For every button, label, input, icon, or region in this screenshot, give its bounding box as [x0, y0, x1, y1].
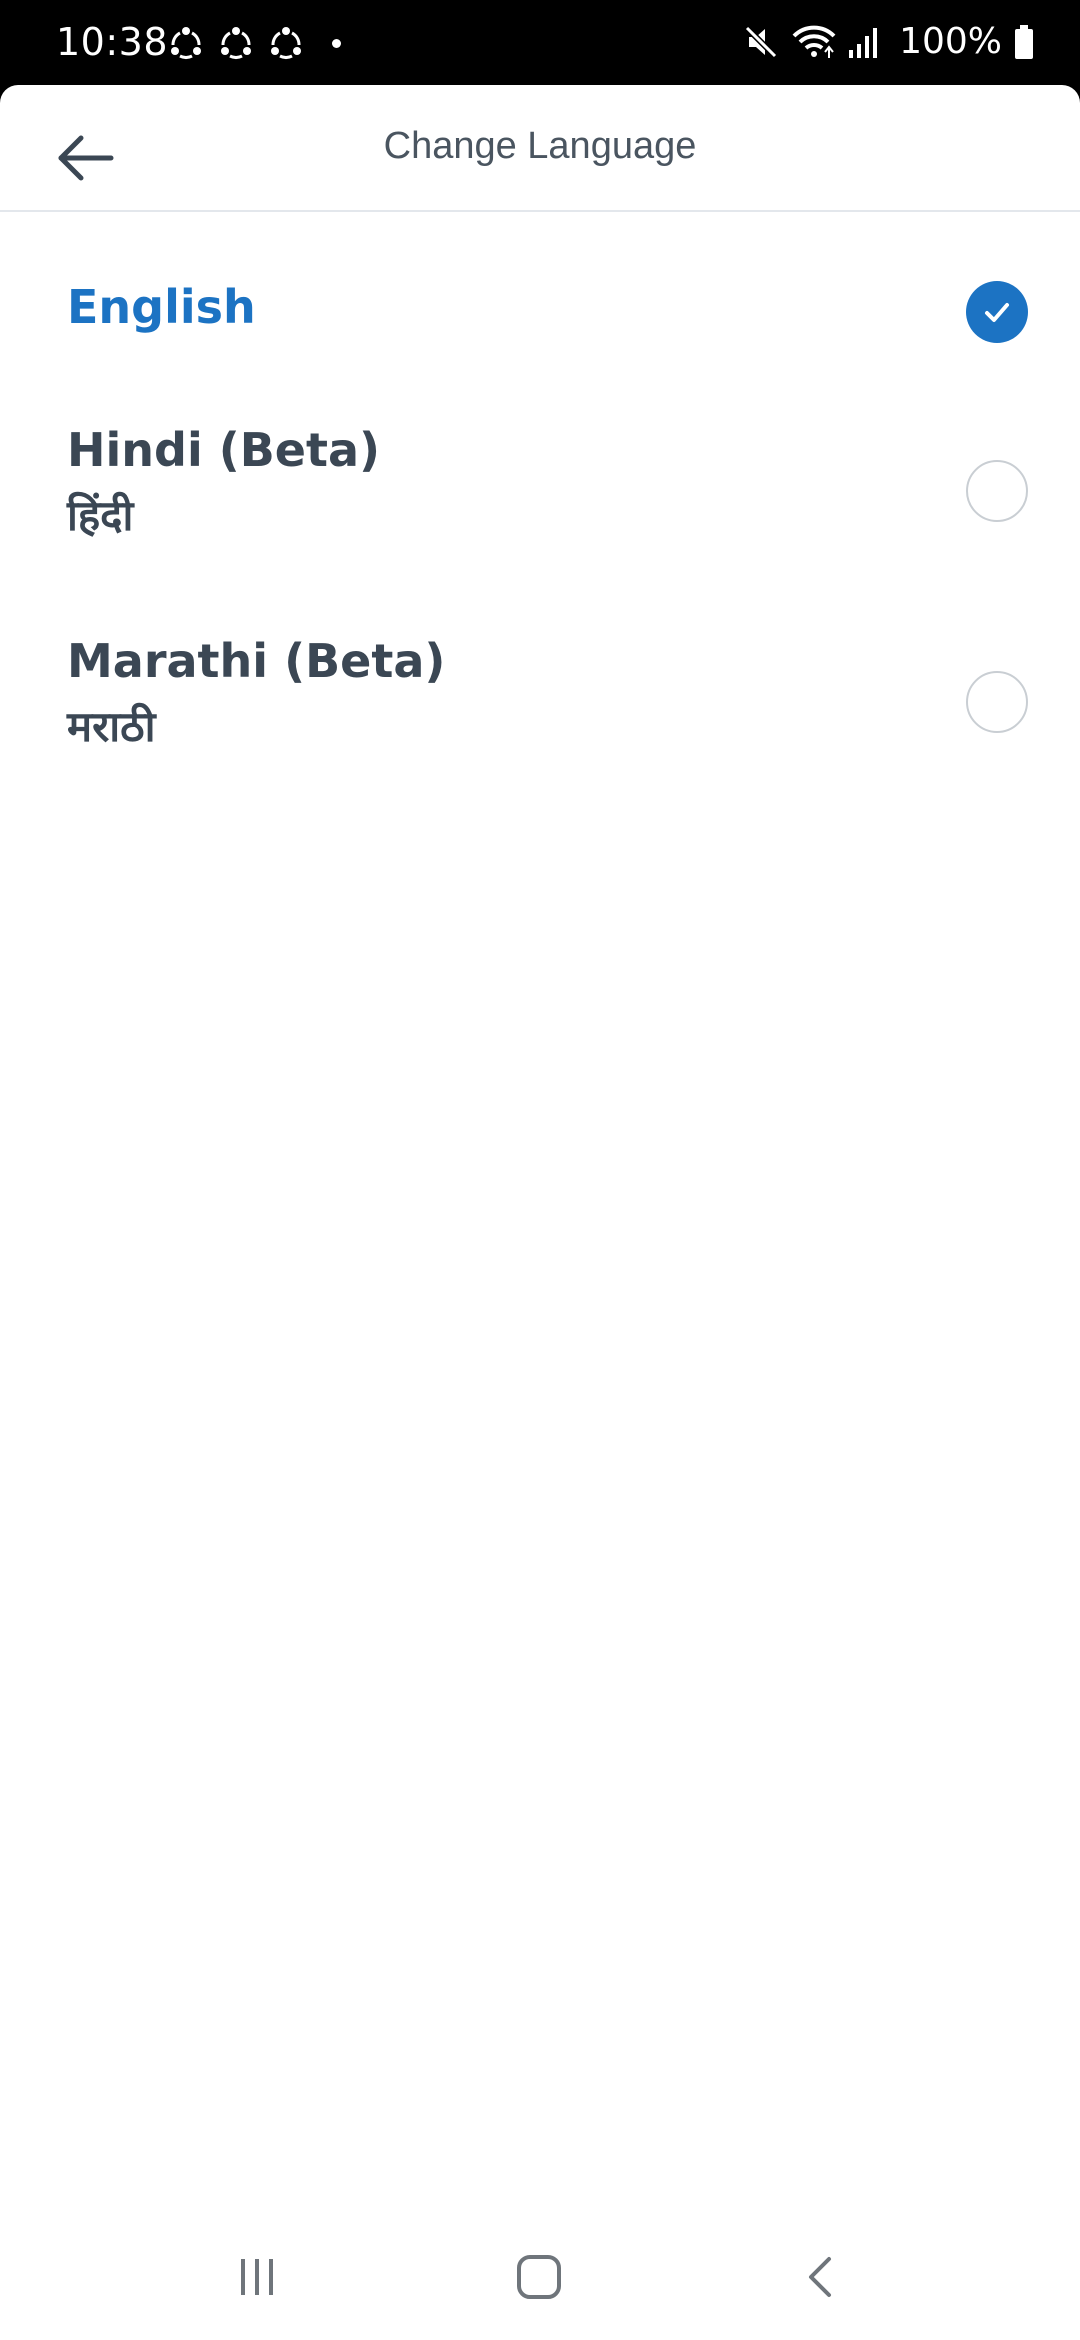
radio-unselected[interactable] [966, 460, 1028, 522]
language-label: English [67, 280, 256, 334]
system-back-button[interactable] [776, 2237, 866, 2317]
status-time: 10:38 [56, 20, 169, 64]
recents-icon [241, 2259, 273, 2295]
language-option-marathi[interactable]: Marathi (Beta) मराठी [0, 603, 1080, 803]
sync-icon [218, 25, 254, 61]
language-native-label: मराठी [67, 702, 156, 751]
home-icon [517, 2255, 561, 2299]
battery-percentage: 100% [899, 21, 1002, 62]
wifi-icon [791, 22, 837, 62]
back-icon [809, 2257, 831, 2297]
language-label: Hindi (Beta) [67, 423, 381, 477]
language-option-hindi[interactable]: Hindi (Beta) हिंदी [0, 392, 1080, 592]
navigation-bar [0, 2215, 1080, 2340]
checkmark-icon [985, 303, 1009, 322]
status-bar: 10:38 100% [0, 0, 1080, 85]
recents-button[interactable] [212, 2237, 302, 2317]
sync-icon [168, 25, 204, 61]
home-button[interactable] [494, 2237, 584, 2317]
change-language-screen: Change Language English Hindi (Beta) हिं… [0, 85, 1080, 2215]
signal-icon [847, 22, 881, 62]
app-header: Change Language [0, 85, 1080, 212]
battery-icon [1012, 22, 1036, 62]
language-native-label: हिंदी [67, 491, 134, 540]
radio-unselected[interactable] [966, 671, 1028, 733]
language-option-english[interactable]: English [0, 212, 1080, 382]
notification-icons [168, 22, 341, 64]
system-status: 100% [741, 18, 1036, 66]
sync-icon [268, 25, 304, 61]
page-title: Change Language [383, 125, 697, 167]
radio-selected[interactable] [966, 281, 1028, 343]
language-label: Marathi (Beta) [67, 634, 446, 688]
dot-icon [332, 38, 341, 48]
mute-icon [741, 22, 781, 62]
